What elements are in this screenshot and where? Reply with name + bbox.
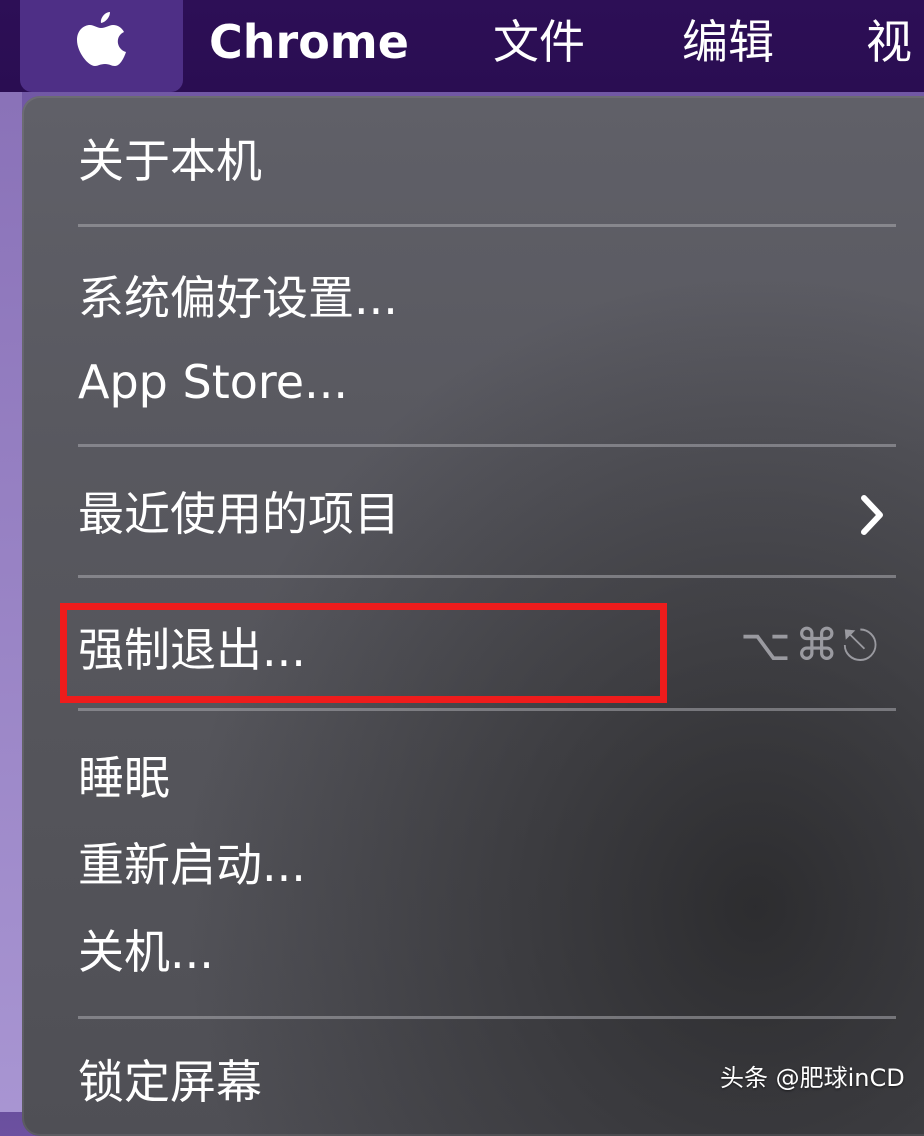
force-quit-shortcut: ⌥⌘⎋	[740, 620, 882, 671]
menu-item-sleep[interactable]: 睡眠	[78, 748, 170, 808]
apple-menu-button[interactable]	[20, 0, 183, 92]
menu-separator	[78, 575, 896, 578]
menu-separator	[78, 444, 896, 447]
desktop-edge	[0, 92, 22, 1112]
menu-item-app-store[interactable]: App Store...	[78, 352, 348, 412]
menu-item-system-preferences[interactable]: 系统偏好设置...	[78, 268, 398, 328]
menu-item-about-this-mac[interactable]: 关于本机	[78, 131, 262, 191]
menu-separator	[78, 1016, 896, 1019]
menubar-item-edit[interactable]: 编辑	[682, 12, 774, 72]
watermark-text: 头条 @肥球inCD	[720, 1064, 905, 1092]
menubar-item-view[interactable]: 视	[866, 12, 912, 72]
menu-separator	[78, 224, 896, 227]
force-quit-highlight-box	[60, 603, 667, 703]
menu-bar: Chrome 文件 编辑 视	[0, 0, 924, 92]
menu-item-recent-items[interactable]: 最近使用的项目	[78, 484, 400, 544]
menubar-app-name[interactable]: Chrome	[209, 12, 409, 72]
menu-item-restart[interactable]: 重新启动...	[78, 835, 306, 895]
menu-separator	[78, 708, 896, 711]
menu-item-lock-screen[interactable]: 锁定屏幕	[78, 1052, 262, 1112]
apple-logo-icon	[77, 12, 126, 66]
menubar-item-file[interactable]: 文件	[493, 12, 585, 72]
menu-item-shut-down[interactable]: 关机...	[78, 922, 214, 982]
chevron-right-icon	[861, 495, 883, 535]
